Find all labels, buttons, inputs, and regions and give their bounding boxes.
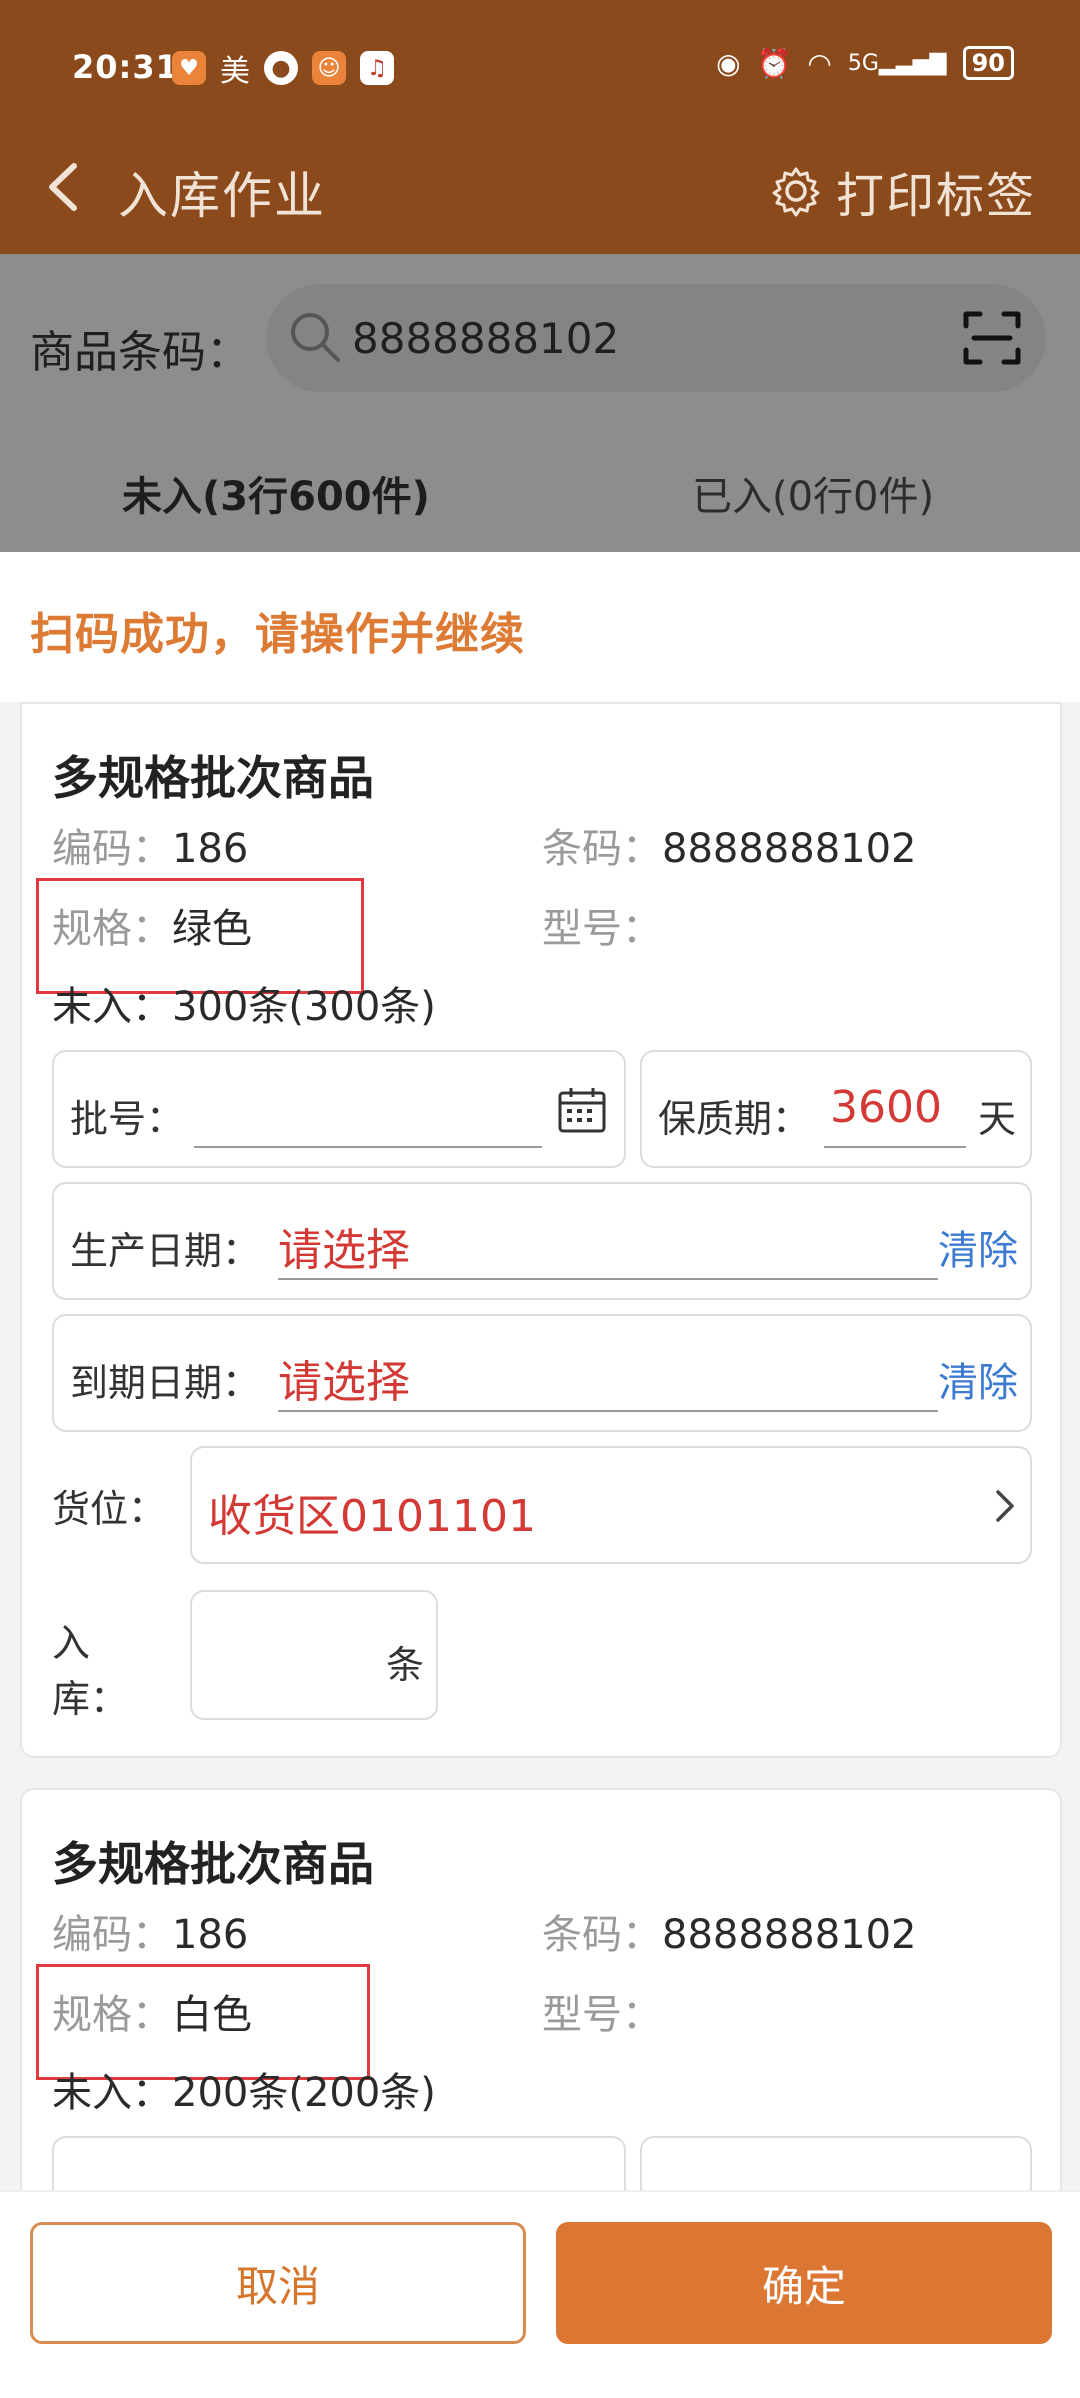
calendar-icon[interactable] (556, 1084, 608, 1136)
tab-done[interactable]: 已入(0行0件) (692, 464, 934, 522)
inbound-qty-unit: 条 (386, 1643, 425, 1687)
status-time: 20:31 (72, 48, 179, 86)
production-date-box[interactable]: 生产日期： 请选择 清除 (52, 1182, 1032, 1300)
tab-bar: 未入(3行600件) 已入(0行0件) (0, 434, 1080, 552)
pending-key: 未入： (52, 984, 172, 1030)
production-date-value: 请选择 (278, 1225, 410, 1276)
back-arrow-icon[interactable] (42, 158, 82, 225)
inbound-qty-input[interactable]: 条 (190, 1590, 438, 1720)
inbound-label-line2: 库： (52, 1677, 129, 1721)
sheet-header: 扫码成功，请操作并继续 (0, 552, 1080, 702)
search-icon (291, 313, 340, 362)
model-field: 型号： (542, 1982, 662, 2040)
app-text-icon: 美 (220, 54, 250, 89)
signal-icon: 5G▂▃▅▇ (847, 50, 947, 76)
app-face-icon: ☺ (312, 51, 346, 85)
production-date-label: 生产日期： (70, 1229, 261, 1273)
code-value: 186 (172, 1912, 249, 1958)
status-bar: 20:31 ♥ 美 ● ☺ ♫ ◉ ⏰ ◠ 5G▂▃▅▇ 90 (0, 0, 1080, 130)
shelf-life-unit: 天 (978, 1097, 1017, 1141)
inbound-label-line1: 入 (52, 1621, 91, 1665)
expiry-date-clear-button[interactable]: 清除 (938, 1350, 1018, 1408)
scan-success-message: 扫码成功，请操作并继续 (30, 609, 525, 660)
barcode-label: 商品条码： (30, 327, 250, 378)
bottom-sheet: 扫码成功，请操作并继续 多规格批次商品 编码：186 条码：8888888102… (0, 552, 1080, 2398)
barcode-key: 条码： (542, 1912, 662, 1958)
chevron-right-icon (996, 1490, 1014, 1522)
batch-input[interactable] (194, 1088, 542, 1148)
location-value: 收货区0101101 (208, 1491, 536, 1542)
expiry-date-value: 请选择 (278, 1357, 410, 1408)
pending-field: 未入：300条(300条) (52, 974, 436, 1032)
expiry-date-label: 到期日期： (70, 1361, 261, 1405)
status-right: ◉ ⏰ ◠ 5G▂▃▅▇ 90 (716, 46, 1014, 80)
barcode-value: 8888888102 (662, 1912, 917, 1958)
wifi-icon: ◠ (807, 46, 832, 80)
alarm-icon: ⏰ (756, 46, 792, 80)
batch-box[interactable]: 批号： (52, 1050, 626, 1168)
battery-icon: 90 (962, 46, 1014, 80)
tab-pending[interactable]: 未入(3行600件) (122, 464, 430, 522)
eye-icon: ◉ (716, 46, 741, 80)
barcode-field: 条码：8888888102 (542, 1902, 917, 1960)
top-bar: 20:31 ♥ 美 ● ☺ ♫ ◉ ⏰ ◠ 5G▂▃▅▇ 90 入库作业 打印标… (0, 0, 1080, 254)
barcode-field: 条码：8888888102 (542, 816, 917, 874)
notification-icons: ♥ 美 ● ☺ ♫ (172, 46, 394, 90)
pending-key: 未入： (52, 2070, 172, 2116)
code-field: 编码：186 (52, 816, 248, 874)
page-title: 入库作业 (118, 167, 326, 225)
model-key: 型号： (542, 906, 662, 952)
search-box[interactable] (266, 284, 1046, 392)
code-key: 编码： (52, 1912, 172, 1958)
dimmed-background: 商品条码： 未入(3行600件) 已入(0行0件) (0, 254, 1080, 552)
batch-label: 批号： (70, 1097, 185, 1141)
search-row: 商品条码： (0, 254, 1080, 434)
product-title: 多规格批次商品 (52, 751, 374, 805)
print-label-text: 打印标签 (835, 168, 1036, 224)
barcode-value: 8888888102 (662, 826, 917, 872)
pending-value: 300条(300条) (172, 984, 436, 1030)
product-title: 多规格批次商品 (52, 1837, 374, 1891)
cancel-button[interactable]: 取消 (30, 2222, 526, 2344)
chat-icon: ● (264, 51, 298, 85)
model-field: 型号： (542, 896, 662, 954)
print-label-button[interactable]: 打印标签 (770, 156, 1036, 226)
action-footer: 取消 确定 (0, 2190, 1080, 2398)
code-key: 编码： (52, 826, 172, 872)
app-header: 入库作业 打印标签 (0, 130, 1080, 254)
location-label: 货位： (52, 1487, 167, 1531)
shelf-life-label: 保质期： (658, 1097, 811, 1141)
location-selector[interactable]: 收货区0101101 (190, 1446, 1032, 1564)
expiry-date-box[interactable]: 到期日期： 请选择 清除 (52, 1314, 1032, 1432)
pending-value: 200条(200条) (172, 2070, 436, 2116)
shelf-life-box[interactable]: 保质期： 3600 天 (640, 1050, 1032, 1168)
network-type: 5G (847, 50, 879, 76)
gear-icon (772, 167, 820, 217)
code-value: 186 (172, 826, 249, 872)
app-heart-icon: ♥ (172, 51, 206, 85)
model-key: 型号： (542, 1992, 662, 2038)
shelf-life-value: 3600 (830, 1082, 942, 1133)
barcode-key: 条码： (542, 826, 662, 872)
confirm-button[interactable]: 确定 (556, 2222, 1052, 2344)
music-icon: ♫ (360, 51, 394, 85)
barcode-input[interactable] (352, 306, 912, 370)
code-field: 编码：186 (52, 1902, 248, 1960)
product-card: 多规格批次商品 编码：186 条码：8888888102 规格：绿色 型号： 未… (20, 702, 1062, 1758)
production-date-clear-button[interactable]: 清除 (938, 1218, 1018, 1276)
pending-field: 未入：200条(200条) (52, 2060, 436, 2118)
scan-icon[interactable] (960, 306, 1024, 370)
